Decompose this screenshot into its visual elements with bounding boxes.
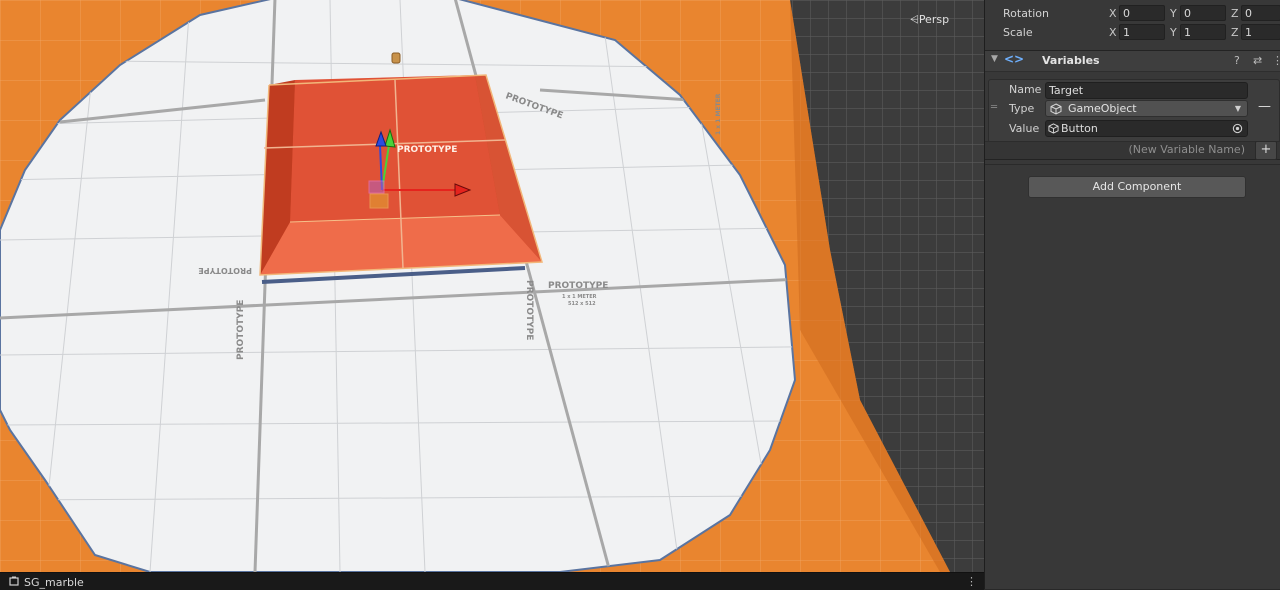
kebab-icon[interactable]: ⋮ [966, 575, 977, 588]
rotation-y-field[interactable]: 0 [1180, 5, 1226, 21]
rotation-label: Rotation [1003, 7, 1050, 20]
sliders-icon[interactable]: ⇄ [1253, 54, 1262, 67]
divider [985, 164, 1280, 165]
scale-x-axis-label[interactable]: X [1109, 26, 1117, 39]
texture-sublabel: 512 x 512 [568, 301, 596, 307]
scale-y-field[interactable]: 1 [1180, 24, 1226, 40]
persp-icon: ⩤ [910, 13, 919, 26]
variable-value-field[interactable]: Button [1045, 120, 1248, 137]
scale-z-axis-label[interactable]: Z [1231, 26, 1239, 39]
gameobject-cube-icon [1050, 103, 1062, 115]
texture-label: PROTOTYPE [198, 266, 252, 275]
gameobject-cube-icon [1048, 123, 1059, 134]
texture-sublabel: 1 x 1 METER [715, 93, 722, 135]
component-title: Variables [1042, 54, 1100, 67]
rotation-y-axis-label[interactable]: Y [1170, 7, 1177, 20]
texture-label: PROTOTYPE [524, 280, 534, 340]
gizmo-plane-handle[interactable] [368, 180, 385, 194]
scene-view[interactable]: PROTOTYPE PROTOTYPE 1 x 1 METER 512 x 51… [0, 0, 984, 572]
foldout-arrow-icon[interactable]: ▼ [991, 54, 998, 64]
new-variable-name-input[interactable]: (New Variable Name) [1128, 143, 1245, 156]
rotation-x-axis-label[interactable]: X [1109, 7, 1117, 20]
add-component-button[interactable]: Add Component [1028, 176, 1246, 198]
gizmo-plane-handle[interactable] [369, 193, 389, 209]
inspector-panel: Rotation X 0 Y 0 Z 0 Scale X 1 Y 1 Z 1 ▼… [984, 0, 1280, 589]
texture-label: PROTOTYPE [548, 281, 608, 291]
rotation-x-field[interactable]: 0 [1119, 5, 1165, 21]
kebab-icon[interactable]: ⋮ [1272, 54, 1280, 67]
scale-y-axis-label[interactable]: Y [1170, 26, 1177, 39]
rotation-z-axis-label[interactable]: Z [1231, 7, 1239, 20]
add-variable-button[interactable]: + [1255, 141, 1277, 160]
variable-type-dropdown[interactable]: GameObject ▼ [1045, 100, 1248, 117]
remove-variable-button[interactable]: — [1258, 99, 1271, 114]
name-label: Name [1009, 83, 1042, 96]
camera-mode-label[interactable]: ⩤Persp [910, 13, 949, 27]
scene-name[interactable]: SG_marble [24, 576, 84, 589]
rotation-z-field[interactable]: 0 [1241, 5, 1280, 21]
object-picker-icon[interactable] [1232, 123, 1243, 134]
texture-label: PROTOTYPE [236, 300, 246, 360]
texture-sublabel: 1 x 1 METER [562, 294, 597, 300]
scale-x-field[interactable]: 1 [1119, 24, 1165, 40]
type-label: Type [1009, 102, 1035, 115]
new-variable-row: (New Variable Name) + [985, 141, 1280, 160]
scale-label: Scale [1003, 26, 1033, 39]
type-value: GameObject [1068, 102, 1137, 115]
cube-texture-label: PROTOTYPE [397, 145, 457, 155]
scene-canvas[interactable]: PROTOTYPE PROTOTYPE 1 x 1 METER 512 x 51… [0, 0, 984, 572]
variable-name-field[interactable]: Target [1045, 82, 1248, 99]
help-icon[interactable]: ? [1234, 54, 1240, 67]
scene-status-bar: SG_marble ⋮ [0, 572, 984, 590]
scale-z-field[interactable]: 1 [1241, 24, 1280, 40]
value-label: Value [1009, 122, 1040, 135]
value-value: Button [1061, 122, 1098, 135]
variables-component-header[interactable]: ▼ <> Variables ? ⇄ ⋮ [985, 50, 1280, 72]
drag-handle-icon[interactable]: ═ [991, 102, 997, 113]
small-object[interactable] [391, 52, 401, 64]
variable-entry: Name Target ═ Type GameObject ▼ — Value … [988, 79, 1280, 143]
code-brackets-icon: <> [1004, 52, 1025, 66]
scene-icon [9, 576, 19, 586]
dropdown-arrow-icon: ▼ [1234, 104, 1241, 113]
